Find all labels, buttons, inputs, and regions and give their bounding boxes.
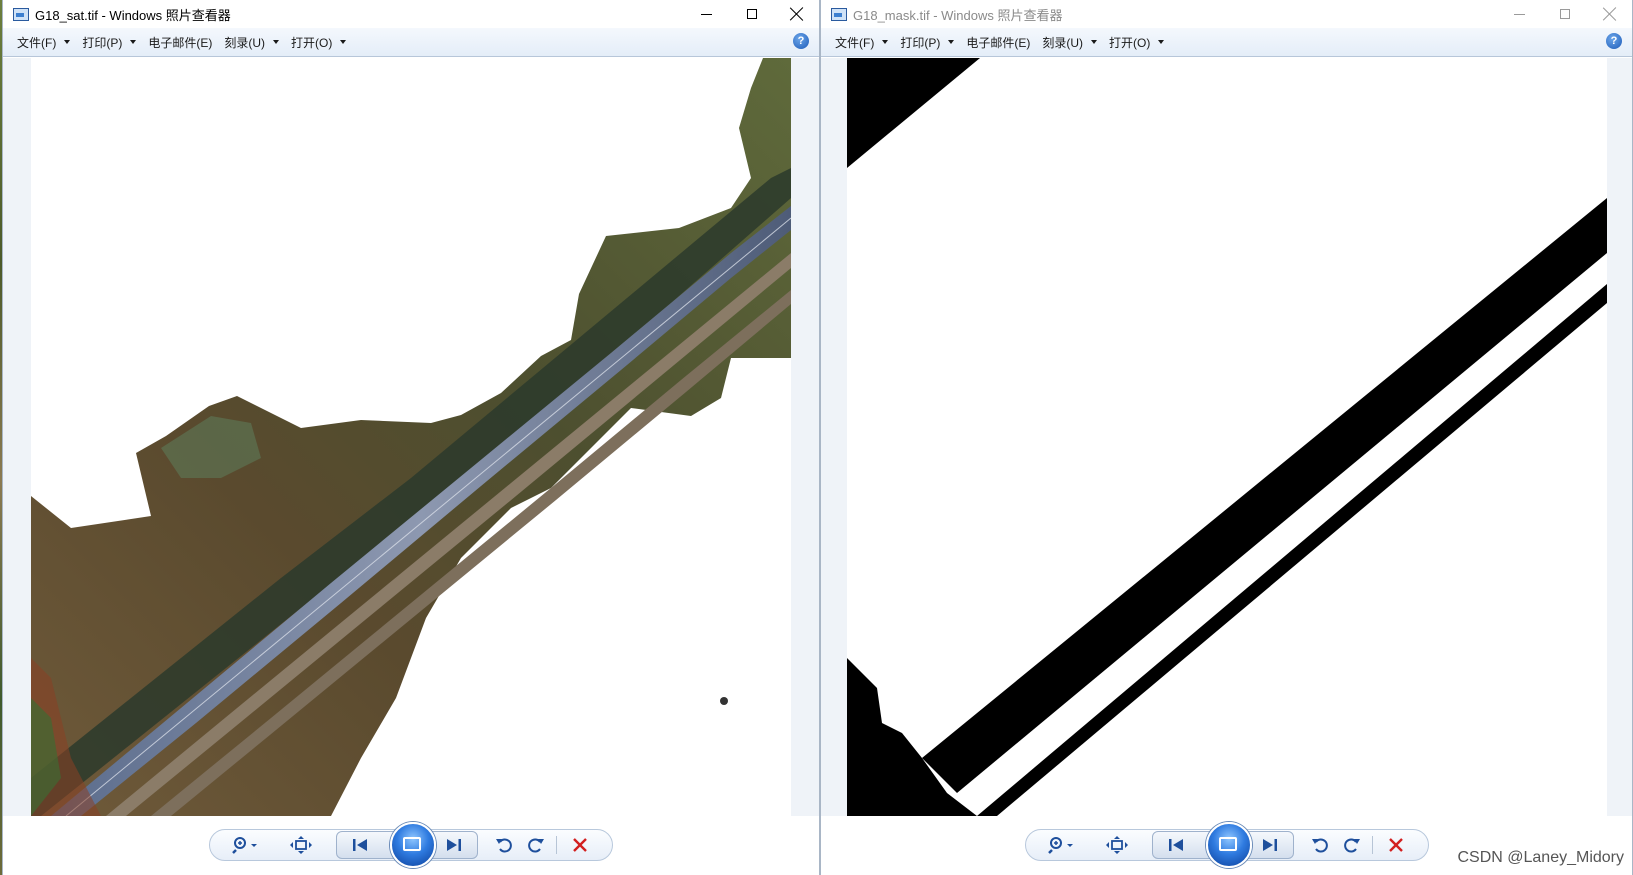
rotate-left-icon [1312,838,1328,853]
menu-bar: 文件(F) 打印(P) 电子邮件(E) 刻录(U) 打开(O) ? [3,28,819,57]
dropdown-arrow-icon [1091,40,1097,44]
menu-print[interactable]: 打印(P) [894,30,960,55]
rotate-right-button[interactable] [1340,830,1364,860]
title-bar[interactable]: G18_sat.tif - Windows 照片查看器 [3,0,819,28]
previous-button[interactable] [346,830,376,860]
mask-corner-top [847,58,980,168]
close-button[interactable] [774,0,819,28]
dropdown-arrow-icon [882,40,889,44]
photo-viewer-window-sat[interactable]: G18_sat.tif - Windows 照片查看器 文件(F) 打印(P) … [2,0,820,875]
menu-burn[interactable]: 刻录(U) [218,30,285,55]
menu-email[interactable]: 电子邮件(E) [142,30,218,55]
zoom-icon [1048,837,1073,854]
viewer-toolbar [1025,822,1429,868]
previous-icon [1169,839,1183,851]
next-button[interactable] [1254,830,1284,860]
satellite-image-graphic [31,58,791,816]
minimize-icon [701,13,712,15]
viewer-toolbar [209,822,613,868]
zoom-button[interactable] [228,830,264,860]
rotate-right-icon [528,838,544,853]
maximize-icon [746,9,757,19]
close-button[interactable] [1587,0,1632,28]
debris-dot [720,697,728,705]
fit-window-icon [290,836,312,854]
mask-image-graphic [847,58,1607,816]
maximize-button[interactable] [1542,0,1587,28]
delete-icon [1389,838,1403,852]
dropdown-arrow-icon [64,40,71,44]
photo-viewer-icon [831,7,847,21]
dropdown-arrow-icon [948,40,955,44]
mask-road-railway [977,284,1607,816]
close-icon [790,7,804,21]
next-button[interactable] [438,830,468,860]
image-viewport[interactable] [3,58,819,816]
mask-image [847,58,1607,816]
photo-viewer-window-mask[interactable]: G18_mask.tif - Windows 照片查看器 文件(F) 打印(P)… [820,0,1633,875]
delete-button[interactable] [566,830,594,860]
menu-email[interactable]: 电子邮件(E) [960,30,1036,55]
fit-window-button[interactable] [288,830,314,860]
minimize-button[interactable] [1497,0,1542,28]
minimize-button[interactable] [684,0,729,28]
toolbar-separator [1372,836,1373,854]
image-viewport[interactable] [821,58,1632,816]
title-bar[interactable]: G18_mask.tif - Windows 照片查看器 [821,0,1632,28]
zoom-icon [232,837,257,854]
menu-burn[interactable]: 刻录(U) [1036,30,1103,55]
dropdown-arrow-icon [273,40,279,44]
slideshow-button[interactable] [1206,822,1252,868]
next-icon [447,839,461,851]
previous-icon [353,839,367,851]
rotate-left-icon [496,838,512,853]
dropdown-arrow-icon [1158,40,1165,44]
window-title: G18_mask.tif - Windows 照片查看器 [853,7,1063,23]
slideshow-icon [403,837,421,851]
dropdown-arrow-icon [130,40,137,44]
menu-open[interactable]: 打开(O) [285,30,352,55]
help-icon[interactable]: ? [1606,33,1622,49]
satellite-image [31,58,791,816]
photo-viewer-icon [13,7,29,21]
bottom-toolbar-area [3,816,819,875]
maximize-button[interactable] [729,0,774,28]
slideshow-button[interactable] [390,822,436,868]
rotate-left-button[interactable] [492,830,516,860]
fit-window-icon [1106,836,1128,854]
next-icon [1263,839,1277,851]
close-icon [1603,7,1617,21]
menu-file[interactable]: 文件(F) [11,30,76,55]
rotate-right-button[interactable] [524,830,548,860]
window-title: G18_sat.tif - Windows 照片查看器 [35,7,231,23]
zoom-button[interactable] [1044,830,1080,860]
delete-icon [573,838,587,852]
help-icon[interactable]: ? [793,33,809,49]
slideshow-icon [1219,837,1237,851]
menu-open[interactable]: 打开(O) [1103,30,1170,55]
minimize-icon [1514,13,1525,15]
menu-file[interactable]: 文件(F) [829,30,894,55]
delete-button[interactable] [1382,830,1410,860]
toolbar-separator [556,836,557,854]
mask-road-highway [922,198,1607,793]
menu-print[interactable]: 打印(P) [76,30,142,55]
watermark-text: CSDN @Laney_Midory [1457,849,1624,866]
maximize-icon [1559,9,1570,19]
rotate-right-icon [1344,838,1360,853]
dropdown-arrow-icon [340,40,347,44]
fit-window-button[interactable] [1104,830,1130,860]
rotate-left-button[interactable] [1308,830,1332,860]
menu-bar: 文件(F) 打印(P) 电子邮件(E) 刻录(U) 打开(O) ? [821,28,1632,57]
previous-button[interactable] [1162,830,1192,860]
